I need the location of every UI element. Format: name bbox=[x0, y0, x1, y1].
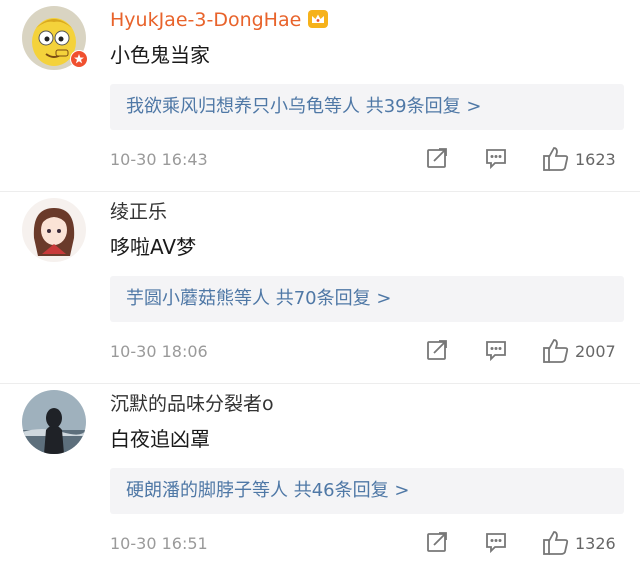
like-count: 2007 bbox=[575, 342, 616, 361]
like-count: 1623 bbox=[575, 150, 616, 169]
share-icon[interactable] bbox=[425, 146, 449, 170]
timestamp: 10-30 16:43 bbox=[110, 150, 208, 169]
reply-summary-link[interactable]: 硬朗潘的脚脖子等人 共46条回复 > bbox=[126, 479, 409, 503]
like-icon[interactable] bbox=[542, 146, 570, 172]
comment-icon[interactable] bbox=[484, 146, 508, 170]
username[interactable]: 沉默的品味分裂者o bbox=[110, 392, 274, 416]
comment-icon[interactable] bbox=[484, 530, 508, 554]
username-text[interactable]: HyukJae-3-DongHae bbox=[110, 9, 301, 31]
reply-summary-link[interactable]: 芋圆小蘑菇熊等人 共70条回复 > bbox=[126, 287, 391, 311]
share-icon[interactable] bbox=[425, 338, 449, 362]
avatar[interactable] bbox=[22, 198, 86, 262]
username[interactable]: 绫正乐 bbox=[110, 200, 167, 224]
reply-summary-box[interactable]: 硬朗潘的脚脖子等人 共46条回复 > bbox=[110, 468, 624, 514]
reply-summary-link[interactable]: 我欲乘风归想养只小乌龟等人 共39条回复 > bbox=[126, 95, 481, 119]
comment-text: 白夜追凶罩 bbox=[110, 427, 210, 451]
like-icon[interactable] bbox=[542, 530, 570, 556]
comment-item: 绫正乐 哆啦AV梦 芋圆小蘑菇熊等人 共70条回复 > 10-30 18:06 … bbox=[0, 192, 640, 384]
avatar-image bbox=[22, 198, 86, 262]
timestamp: 10-30 16:51 bbox=[110, 534, 208, 553]
comment-item: HyukJae-3-DongHae 小色鬼当家 我欲乘风归想养只小乌龟等人 共3… bbox=[0, 0, 640, 192]
like-count: 1326 bbox=[575, 534, 616, 553]
comment-icon[interactable] bbox=[484, 338, 508, 362]
comment-text: 小色鬼当家 bbox=[110, 43, 210, 67]
comment-item: 沉默的品味分裂者o 白夜追凶罩 硬朗潘的脚脖子等人 共46条回复 > 10-30… bbox=[0, 384, 640, 576]
share-icon[interactable] bbox=[425, 530, 449, 554]
username[interactable]: HyukJae-3-DongHae bbox=[110, 8, 329, 32]
vip-crown-icon bbox=[307, 9, 329, 29]
reply-summary-box[interactable]: 芋圆小蘑菇熊等人 共70条回复 > bbox=[110, 276, 624, 322]
reply-summary-box[interactable]: 我欲乘风归想养只小乌龟等人 共39条回复 > bbox=[110, 84, 624, 130]
comment-text: 哆啦AV梦 bbox=[110, 235, 197, 259]
timestamp: 10-30 18:06 bbox=[110, 342, 208, 361]
avatar-image bbox=[22, 390, 86, 454]
avatar[interactable] bbox=[22, 390, 86, 454]
like-icon[interactable] bbox=[542, 338, 570, 364]
verified-badge-icon bbox=[70, 50, 88, 68]
